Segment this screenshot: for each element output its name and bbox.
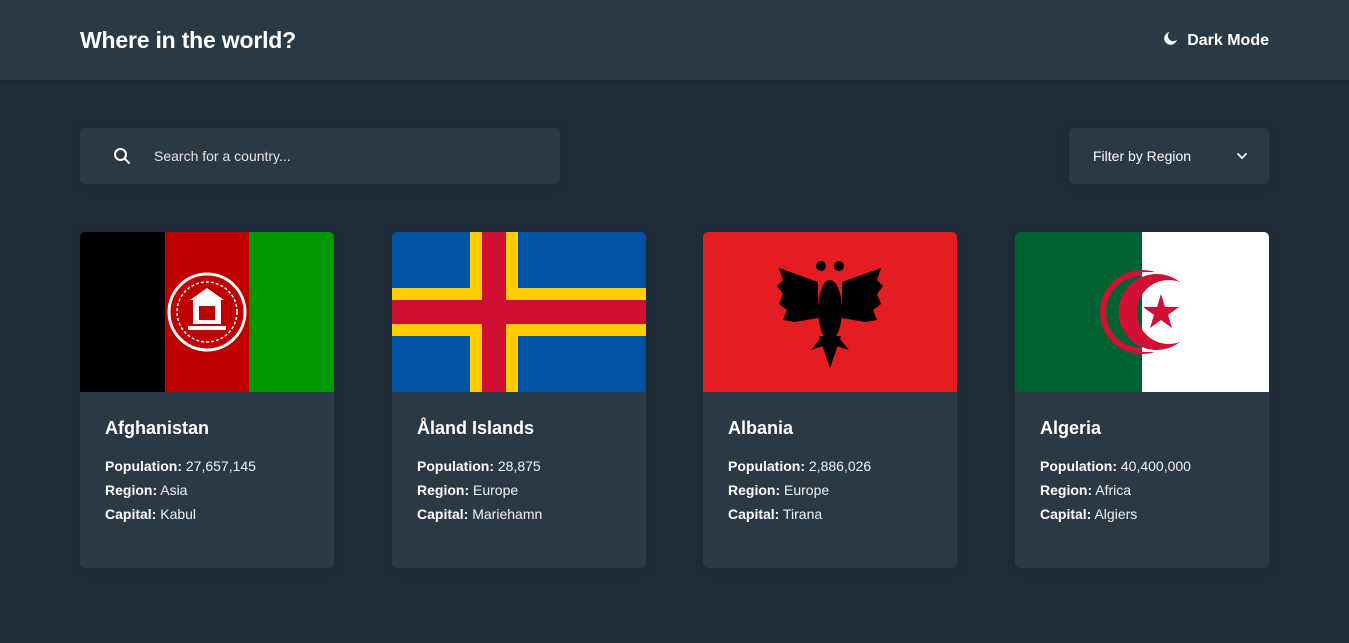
top-bar: Where in the world? Dark Mode <box>0 0 1349 80</box>
algeria-flag <box>1015 232 1269 392</box>
chevron-down-icon <box>1235 149 1249 163</box>
region-row: Region: Asia <box>105 482 188 498</box>
aland-islands-flag <box>392 232 646 392</box>
capital-row: Capital: Mariehamn <box>417 506 543 522</box>
region-filter-dropdown[interactable]: Filter by Region <box>1069 128 1269 184</box>
albania-flag <box>703 232 957 392</box>
search-box <box>80 128 560 184</box>
country-card[interactable]: Algeria Population: 40,400,000 Region: A… <box>1015 232 1269 568</box>
dark-mode-toggle[interactable]: Dark Mode <box>1162 30 1269 52</box>
country-name: Albania <box>728 418 794 438</box>
country-card[interactable]: Albania Population: 2,886,026 Region: Eu… <box>703 232 957 568</box>
moon-icon <box>1162 30 1179 52</box>
afghanistan-flag <box>80 232 334 392</box>
country-name: Algeria <box>1040 418 1102 438</box>
population-row: Population: 40,400,000 <box>1040 458 1191 474</box>
region-row: Region: Europe <box>417 482 519 498</box>
country-name: Åland Islands <box>417 418 535 438</box>
country-name: Afghanistan <box>105 418 210 438</box>
filter-label: Filter by Region <box>1093 148 1192 164</box>
region-row: Region: Europe <box>728 482 830 498</box>
population-row: Population: 27,657,145 <box>105 458 256 474</box>
country-card[interactable]: Åland Islands Population: 28,875 Region:… <box>392 232 646 568</box>
app-title: Where in the world? <box>80 27 296 53</box>
population-row: Population: 28,875 <box>417 458 541 474</box>
population-row: Population: 2,886,026 <box>728 458 872 474</box>
country-card[interactable]: Afghanistan Population: 27,657,145 Regio… <box>80 232 334 568</box>
capital-row: Capital: Kabul <box>105 506 197 522</box>
dark-mode-label: Dark Mode <box>1187 32 1269 49</box>
capital-row: Capital: Tirana <box>728 506 823 522</box>
search-input[interactable] <box>154 128 544 184</box>
search-icon <box>112 146 132 166</box>
capital-row: Capital: Algiers <box>1040 506 1138 522</box>
region-row: Region: Africa <box>1040 482 1132 498</box>
